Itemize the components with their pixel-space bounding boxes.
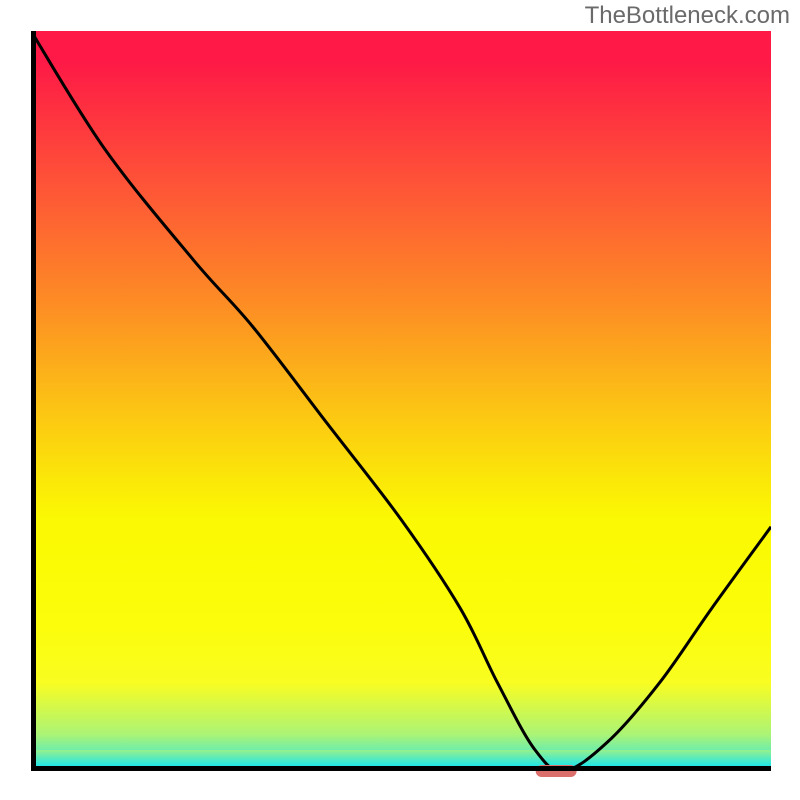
heatmap-gradient [31,31,771,771]
plot-area [31,31,771,771]
optimal-marker [536,765,577,777]
green-zone-bar [31,750,771,771]
watermark-text: TheBottleneck.com [585,2,790,30]
